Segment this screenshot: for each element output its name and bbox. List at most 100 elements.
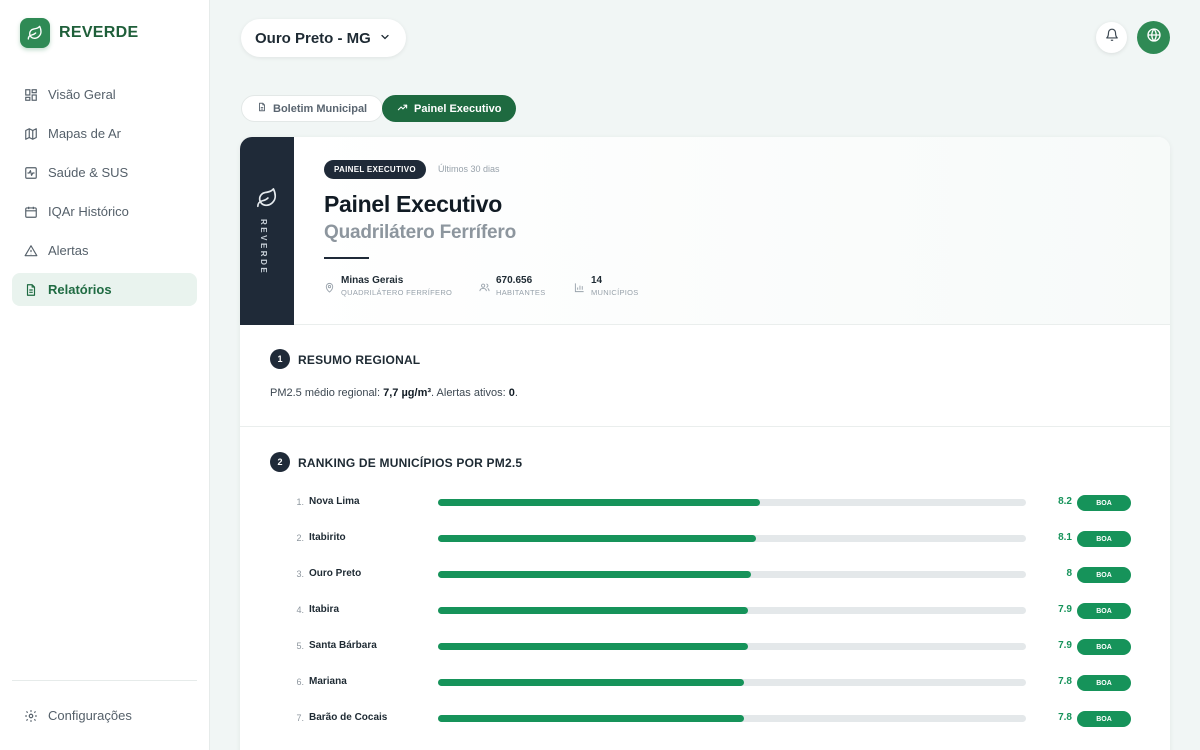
city-selector-label: Ouro Preto - MG bbox=[255, 29, 371, 47]
summary-prefix: PM2.5 médio regional: bbox=[270, 387, 384, 399]
map-icon bbox=[24, 127, 38, 141]
pm25-bar-fill bbox=[438, 679, 744, 686]
bell-icon bbox=[1105, 28, 1119, 47]
pm25-bar-track bbox=[438, 499, 1026, 506]
pm25-value: 8.1 bbox=[1058, 532, 1072, 543]
air-quality-badge: BOA bbox=[1077, 711, 1131, 727]
sidebar-item-label: Relatórios bbox=[48, 282, 112, 297]
stat-population: 670.656 HABITANTES bbox=[479, 275, 546, 297]
leaf-icon bbox=[256, 187, 278, 214]
trending-up-icon bbox=[397, 102, 408, 116]
ranking-row: 5. Santa Bárbara 7.9 BOA bbox=[270, 639, 1132, 655]
pm25-bar-fill bbox=[438, 643, 748, 650]
pm25-bar-track bbox=[438, 643, 1026, 650]
pm25-value: 7.8 bbox=[1058, 712, 1072, 723]
pm25-bar-track bbox=[438, 679, 1026, 686]
sidebar-item-configuracoes[interactable]: Configurações bbox=[12, 699, 197, 732]
ranking-row: 4. Itabira 7.9 BOA bbox=[270, 603, 1132, 619]
stat-label: HABITANTES bbox=[496, 288, 546, 297]
sidebar-item-mapas-de-ar[interactable]: Mapas de Ar bbox=[12, 117, 197, 150]
report-header: PAINEL EXECUTIVO Últimos 30 dias Painel … bbox=[294, 137, 1170, 325]
sidebar-item-alertas[interactable]: Alertas bbox=[12, 234, 197, 267]
sidebar-item-iqar-historico[interactable]: IQAr Histórico bbox=[12, 195, 197, 228]
rank-position: 3. bbox=[296, 569, 304, 579]
pm25-value: 7.9 bbox=[1058, 640, 1072, 651]
map-pin-icon bbox=[324, 280, 335, 293]
pm25-bar-fill bbox=[438, 535, 756, 542]
sidebar-item-label: Mapas de Ar bbox=[48, 126, 121, 141]
users-icon bbox=[479, 280, 490, 292]
air-quality-badge: BOA bbox=[1077, 531, 1131, 547]
section-number: 2 bbox=[270, 452, 290, 472]
tab-boletim-municipal[interactable]: Boletim Municipal bbox=[241, 95, 384, 122]
report-title: Painel Executivo bbox=[324, 191, 502, 217]
municipality-name: Nova Lima bbox=[309, 496, 360, 507]
sidebar-divider bbox=[12, 680, 197, 681]
title-divider bbox=[324, 257, 369, 259]
report-side-band: REVERDE bbox=[240, 137, 294, 325]
ranking-row: 6. Mariana 7.8 BOA bbox=[270, 675, 1132, 691]
ranking-row: 2. Itabirito 8.1 BOA bbox=[270, 531, 1132, 547]
notifications-button[interactable] bbox=[1096, 22, 1127, 53]
summary-end: . bbox=[514, 387, 518, 399]
rank-position: 7. bbox=[296, 713, 304, 723]
pm25-value: 8 bbox=[1066, 568, 1072, 579]
pm25-bar-track bbox=[438, 715, 1026, 722]
sidebar-item-relatorios[interactable]: Relatórios bbox=[12, 273, 197, 306]
leaf-logo-icon bbox=[20, 18, 50, 48]
rank-position: 6. bbox=[296, 677, 304, 687]
municipality-name: Ouro Preto bbox=[309, 568, 362, 579]
pm25-value: 7.8 bbox=[1058, 676, 1072, 687]
sidebar: REVERDE Visão Geral Mapas de Ar Saúde & … bbox=[0, 0, 210, 750]
air-quality-badge: BOA bbox=[1077, 675, 1131, 691]
sidebar-item-label: Visão Geral bbox=[48, 87, 116, 102]
summary-pm25-value: 7,7 µg/m³ bbox=[383, 387, 432, 399]
stat-state: Minas Gerais QUADRILÁTERO FERRÍFERO bbox=[324, 275, 452, 297]
section-title: RESUMO REGIONAL bbox=[298, 353, 421, 367]
pm25-value: 8.2 bbox=[1058, 496, 1072, 507]
pm25-bar-track bbox=[438, 607, 1026, 614]
report-card: REVERDE PAINEL EXECUTIVO Últimos 30 dias… bbox=[240, 137, 1170, 750]
grid-icon bbox=[24, 88, 38, 102]
municipality-name: Santa Bárbara bbox=[309, 640, 377, 651]
tab-painel-executivo[interactable]: Painel Executivo bbox=[382, 95, 517, 122]
pm25-bar-fill bbox=[438, 571, 752, 578]
bar-chart-icon bbox=[574, 280, 585, 293]
municipality-name: Barão de Cocais bbox=[309, 712, 388, 723]
municipality-name: Mariana bbox=[309, 676, 347, 687]
health-icon bbox=[24, 166, 38, 180]
rank-position: 1. bbox=[296, 497, 304, 507]
side-brand-label: REVERDE bbox=[259, 219, 268, 276]
rank-position: 5. bbox=[296, 641, 304, 651]
ranking-row: 7. Barão de Cocais 7.8 BOA bbox=[270, 711, 1132, 727]
tab-label: Painel Executivo bbox=[414, 102, 502, 115]
pm25-bar-fill bbox=[438, 499, 760, 506]
calendar-icon bbox=[24, 205, 38, 219]
sidebar-item-label: IQAr Histórico bbox=[48, 204, 129, 219]
gear-icon bbox=[24, 709, 38, 723]
pm25-bar-fill bbox=[438, 715, 744, 722]
brand[interactable]: REVERDE bbox=[20, 18, 138, 48]
pm25-bar-track bbox=[438, 535, 1026, 542]
tab-label: Boletim Municipal bbox=[273, 102, 368, 115]
summary-mid: . Alertas ativos: bbox=[431, 387, 509, 399]
sidebar-item-visao-geral[interactable]: Visão Geral bbox=[12, 78, 197, 111]
report-period: Últimos 30 dias bbox=[438, 164, 500, 174]
ranking-row: 3. Ouro Preto 8 BOA bbox=[270, 567, 1132, 583]
municipality-name: Itabirito bbox=[309, 532, 346, 543]
stat-label: QUADRILÁTERO FERRÍFERO bbox=[341, 288, 453, 297]
document-icon bbox=[257, 102, 267, 115]
pm25-value: 7.9 bbox=[1058, 604, 1072, 615]
regional-summary: PM2.5 médio regional: 7,7 µg/m³. Alertas… bbox=[270, 387, 518, 399]
air-quality-badge: BOA bbox=[1077, 603, 1131, 619]
report-subtitle: Quadrilátero Ferrífero bbox=[324, 222, 516, 243]
rank-position: 4. bbox=[296, 605, 304, 615]
stat-label: MUNICÍPIOS bbox=[591, 288, 639, 297]
stat-value: 14 bbox=[591, 275, 603, 286]
file-text-icon bbox=[24, 283, 38, 297]
sidebar-item-label: Alertas bbox=[48, 243, 89, 258]
city-selector[interactable]: Ouro Preto - MG bbox=[241, 19, 406, 57]
sidebar-item-saude-sus[interactable]: Saúde & SUS bbox=[12, 156, 197, 189]
language-button[interactable] bbox=[1137, 21, 1170, 54]
section-divider bbox=[240, 426, 1170, 427]
